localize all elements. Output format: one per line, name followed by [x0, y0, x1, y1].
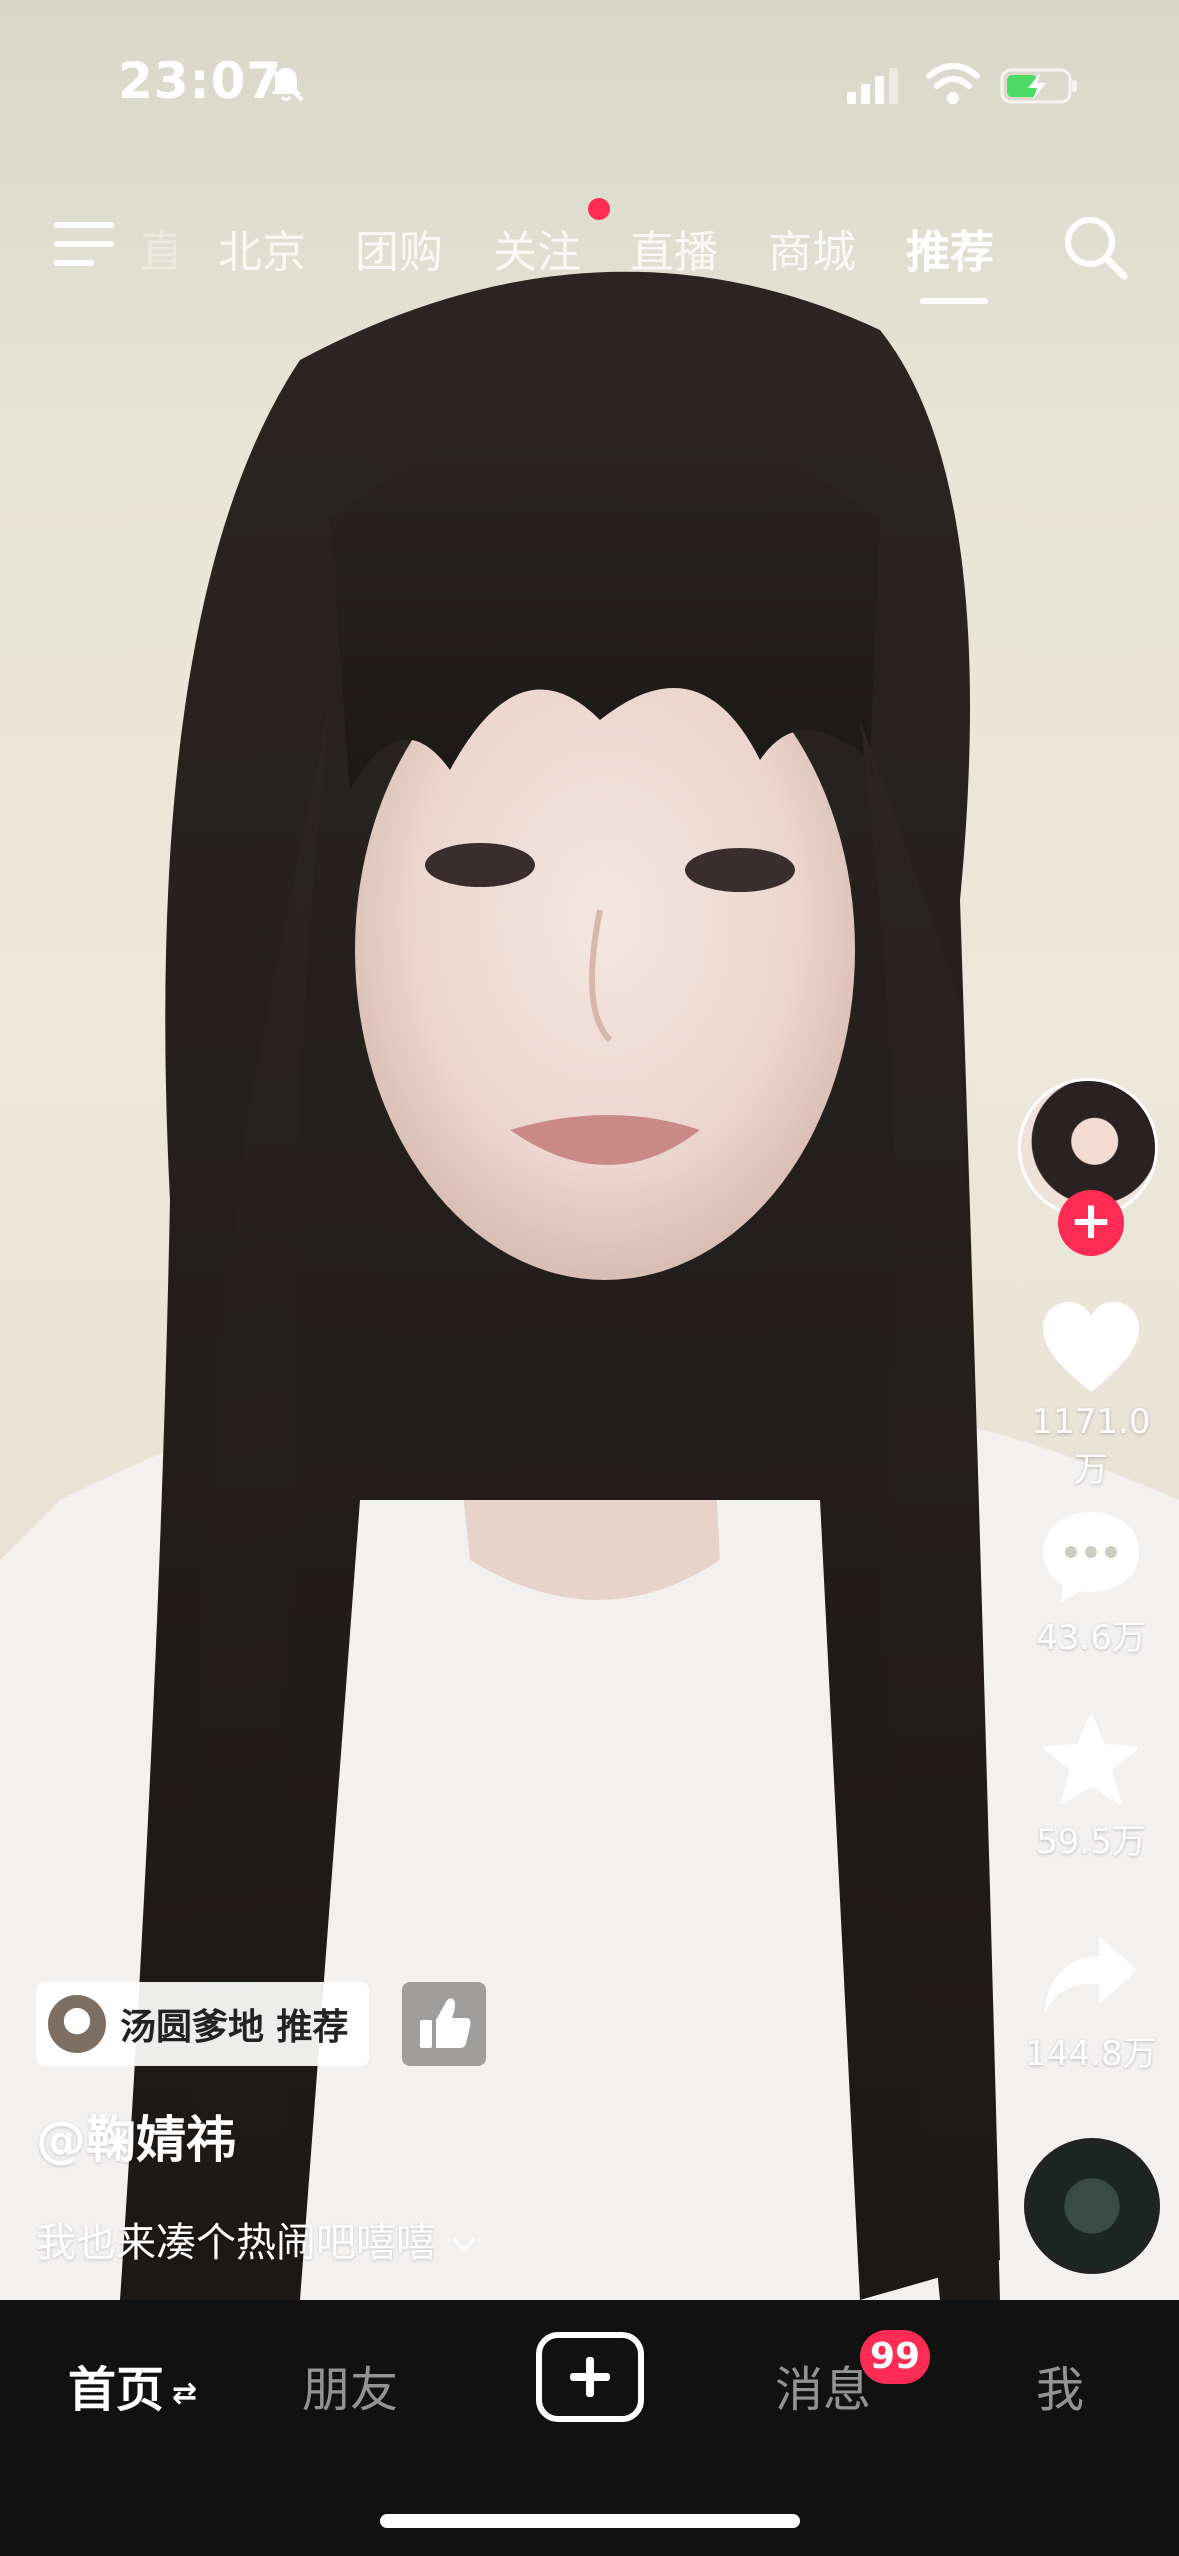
tab-home[interactable]: 首页 ⇄ — [68, 2350, 197, 2420]
recommend-tag[interactable]: 汤圆爹地 推荐 — [36, 1982, 369, 2066]
status-time: 23:07 — [118, 52, 283, 110]
cellular-signal-icon — [847, 68, 898, 104]
create-button[interactable] — [536, 2332, 644, 2422]
tab-home-label: 首页 — [68, 2362, 165, 2418]
switch-icon: ⇄ — [172, 2375, 198, 2411]
battery-charging-icon — [1000, 68, 1077, 104]
heart-icon — [1043, 1302, 1139, 1392]
tab-beijing[interactable]: 北京 — [218, 216, 306, 280]
following-notification-dot — [588, 198, 610, 220]
share-count: 144.8万 — [1025, 2034, 1157, 2074]
search-icon[interactable] — [1060, 212, 1130, 282]
plus-icon — [570, 2357, 610, 2397]
tab-me[interactable]: 我 — [1036, 2350, 1084, 2420]
menu-icon[interactable] — [52, 216, 116, 272]
favorite-count: 59.5万 — [1036, 1822, 1146, 1862]
bottom-tab-bar: 首页 ⇄ 朋友 消息 99 我 — [0, 2300, 1179, 2556]
tab-messages[interactable]: 消息 — [775, 2350, 871, 2420]
wifi-icon — [926, 63, 980, 104]
messages-badge: 99 — [860, 2330, 930, 2384]
like-count: 1171.0万 — [1031, 1402, 1151, 1490]
comment-count: 43.6万 — [1036, 1618, 1146, 1658]
tab-partial[interactable]: 直播 — [140, 216, 176, 280]
thumbs-up-icon — [420, 1998, 471, 2048]
chevron-down-icon — [453, 2238, 475, 2253]
like-action[interactable]: 1171.0万 — [1020, 1300, 1162, 1491]
caption-text: 我也来凑个热闹吧嘻嘻 — [36, 2220, 436, 2266]
video-caption[interactable]: 我也来凑个热闹吧嘻嘻 — [36, 2210, 479, 2268]
silent-bell-icon — [268, 66, 304, 102]
tab-following[interactable]: 关注 — [493, 216, 581, 280]
tab-friends[interactable]: 朋友 — [302, 2350, 398, 2420]
video-player[interactable] — [0, 0, 1179, 2300]
home-indicator[interactable] — [380, 2514, 800, 2528]
favorite-action[interactable]: 59.5万 — [1020, 1712, 1162, 1863]
recommender-avatar — [48, 1995, 106, 2053]
top-nav: 直播 北京 团购 关注 直播 商城 推荐 — [0, 200, 1179, 310]
comment-icon — [1043, 1512, 1139, 1602]
video-frame — [0, 271, 1179, 2300]
music-disc[interactable] — [1024, 2138, 1160, 2274]
app-screen: 23:07 直播 北京 团购 关注 直播 商城 推荐 — [0, 0, 1179, 2556]
author-handle[interactable]: @鞠婧祎 — [36, 2100, 236, 2172]
tab-recommend[interactable]: 推荐 — [906, 216, 994, 280]
recommend-text: 汤圆爹地 推荐 — [120, 2007, 349, 2048]
share-action[interactable]: 144.8万 — [1020, 1930, 1162, 2075]
active-tab-indicator — [920, 298, 988, 304]
follow-button[interactable]: + — [1058, 1190, 1124, 1256]
tab-group-buy[interactable]: 团购 — [355, 216, 443, 280]
comment-action[interactable]: 43.6万 — [1020, 1508, 1162, 1659]
share-arrow-icon — [1045, 1936, 1137, 2012]
star-icon — [1044, 1714, 1138, 1804]
recommend-like-button[interactable] — [402, 1982, 486, 2066]
tab-live[interactable]: 直播 — [630, 216, 718, 280]
tab-mall[interactable]: 商城 — [768, 216, 856, 280]
